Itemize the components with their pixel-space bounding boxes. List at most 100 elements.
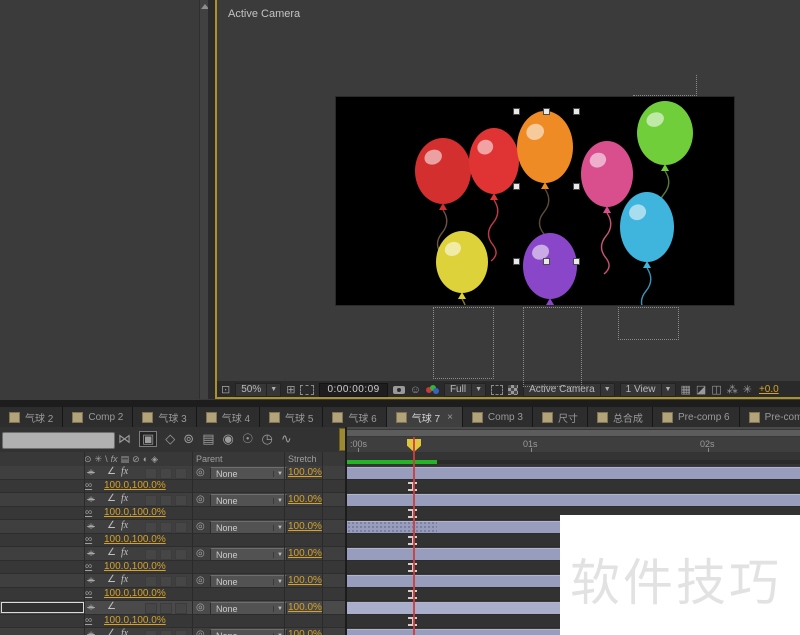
effects-toggle-icon[interactable]: fx xyxy=(121,547,128,558)
stretch-value[interactable]: 100.0% xyxy=(288,521,322,532)
comp-mini-flowchart-icon[interactable]: ⋈ xyxy=(118,432,131,446)
chevron-down-icon[interactable]: ▼ xyxy=(472,383,486,397)
quality-toggle-icon[interactable]: ∠ xyxy=(107,493,116,504)
layer-switch-box[interactable] xyxy=(145,576,157,587)
shy-toggle-icon[interactable]: ∗ xyxy=(84,575,98,586)
layer-switch-box[interactable] xyxy=(175,603,187,614)
layer-switch-box[interactable] xyxy=(175,522,187,533)
layer-name-editbox[interactable] xyxy=(1,602,84,613)
effects-toggle-icon[interactable]: fx xyxy=(121,466,128,477)
draft-3d-icon[interactable]: ◇ xyxy=(165,432,175,446)
parent-dropdown[interactable]: None▼ xyxy=(210,521,287,534)
motion-blur-icon[interactable]: ◉ xyxy=(223,432,234,446)
selection-handle[interactable] xyxy=(573,108,580,115)
layer-row-left[interactable]: ∗∠◎None▼100.0% xyxy=(0,601,345,615)
scale-value[interactable]: 100.0,100.0% xyxy=(104,534,166,545)
show-channel-icon[interactable] xyxy=(426,385,439,395)
brainstorm-icon[interactable]: ☉ xyxy=(242,432,254,446)
show-snapshot-icon[interactable]: ☺ xyxy=(410,385,421,395)
parent-dropdown[interactable]: None▼ xyxy=(210,467,287,480)
selection-handle[interactable] xyxy=(573,258,580,265)
stretch-value[interactable]: 100.0% xyxy=(288,548,322,559)
parent-dropdown[interactable]: None▼ xyxy=(210,575,287,588)
parent-pickwhip-icon[interactable]: ◎ xyxy=(196,494,205,505)
live-update-icon[interactable]: ▣ xyxy=(139,431,157,447)
comp-flowchart-button-icon[interactable]: ◪ xyxy=(696,385,706,395)
quality-toggle-icon[interactable]: ∠ xyxy=(107,547,116,558)
timeline-search-input[interactable] xyxy=(2,432,115,449)
layer-switch-box[interactable] xyxy=(175,549,187,560)
constrain-proportions-icon[interactable]: ∞ xyxy=(85,507,92,518)
adjustment-header-icon[interactable]: ◐ xyxy=(143,454,148,464)
parent-pickwhip-icon[interactable]: ◎ xyxy=(196,521,205,532)
shy-toggle-icon[interactable]: ∗ xyxy=(84,602,98,613)
timeline-button-icon[interactable]: ▦ xyxy=(681,385,691,395)
constrain-proportions-icon[interactable]: ∞ xyxy=(85,588,92,599)
work-area-bar[interactable] xyxy=(347,429,800,437)
quality-toggle-icon[interactable]: ∠ xyxy=(107,466,116,477)
tab-10[interactable]: 总合成 xyxy=(588,407,653,427)
layer-switch-box[interactable] xyxy=(145,603,157,614)
hide-shy-icon[interactable]: ⊚ xyxy=(183,432,194,446)
constrain-proportions-icon[interactable]: ∞ xyxy=(85,480,92,491)
layer-switch-box[interactable] xyxy=(175,495,187,506)
panel-divider[interactable] xyxy=(208,0,215,399)
shy-header-icon[interactable]: ⊙ xyxy=(84,454,92,465)
tab-9[interactable]: 尺寸 xyxy=(533,407,588,427)
scale-row-left[interactable]: ∞100.0,100.0% xyxy=(0,480,345,493)
effects-toggle-icon[interactable]: fx xyxy=(121,628,128,635)
panel-mini-icon[interactable]: ⊡ xyxy=(221,385,230,395)
parent-dropdown[interactable]: None▼ xyxy=(210,629,287,635)
auto-keyframe-icon[interactable]: ◷ xyxy=(262,432,273,446)
layer-switch-box[interactable] xyxy=(145,522,157,533)
scale-row-left[interactable]: ∞100.0,100.0% xyxy=(0,534,345,547)
close-icon[interactable]: × xyxy=(447,412,453,423)
tab-7[interactable]: 气球 7× xyxy=(387,407,463,427)
timeline-split-divider[interactable] xyxy=(345,427,347,635)
viewer-timecode[interactable]: 0:00:00:09 xyxy=(319,383,387,397)
stretch-column-header[interactable]: Stretch xyxy=(288,454,317,464)
selection-handle[interactable] xyxy=(543,108,550,115)
scale-row-left[interactable]: ∞ 100.0,100.0% xyxy=(0,561,345,574)
shy-toggle-icon[interactable]: ∗ xyxy=(84,467,98,478)
parent-column-header[interactable]: Parent xyxy=(196,454,223,464)
layer-row-left[interactable]: ∗∠fx◎None▼100.0% xyxy=(0,574,345,588)
composition-canvas[interactable] xyxy=(336,97,734,305)
motion-blur-header-icon[interactable]: ⊘ xyxy=(132,454,140,465)
effects-toggle-icon[interactable]: fx xyxy=(121,493,128,504)
layer-switch-box[interactable] xyxy=(175,576,187,587)
frame-blend-header-icon[interactable]: ▤ xyxy=(121,454,130,465)
stretch-value[interactable]: 100.0% xyxy=(288,575,322,586)
stretch-value[interactable]: 100.0% xyxy=(288,494,322,505)
shy-toggle-icon[interactable]: ∗ xyxy=(84,521,98,532)
quality-toggle-icon[interactable]: ∠ xyxy=(107,601,116,612)
chevron-down-icon[interactable]: ▼ xyxy=(267,383,281,397)
threed-header-icon[interactable]: ◈ xyxy=(151,454,158,465)
scale-value[interactable]: 100.0,100.0% xyxy=(104,561,166,572)
layer-switch-box[interactable] xyxy=(160,522,172,533)
quality-toggle-icon[interactable]: ∠ xyxy=(107,574,116,585)
layer-switch-box[interactable] xyxy=(160,576,172,587)
view-layout-dropdown[interactable]: 1 View ▼ xyxy=(620,383,676,397)
tab-3[interactable]: 气球 3 xyxy=(133,407,196,427)
parent-pickwhip-icon[interactable]: ◎ xyxy=(196,629,205,635)
mask-visibility-icon[interactable] xyxy=(300,385,314,395)
layer-switch-box[interactable] xyxy=(145,495,157,506)
flowchart-icon[interactable]: ⁂ xyxy=(727,385,738,395)
tab-2[interactable]: Comp 2 xyxy=(63,407,133,427)
tab-11[interactable]: Pre-comp 6 xyxy=(653,407,740,427)
selection-handle[interactable] xyxy=(513,183,520,190)
layer-row-left[interactable]: ∗∠fx◎None▼100.0% xyxy=(0,520,345,534)
transparency-grid-icon[interactable] xyxy=(508,385,518,395)
frame-blend-icon[interactable]: ▤ xyxy=(202,432,214,446)
layer-row-1[interactable]: ∗ ∠ fx ◎ None▼100.0% xyxy=(0,466,800,480)
stretch-value[interactable]: 100.0% xyxy=(288,602,322,613)
effects-toggle-icon[interactable]: fx xyxy=(121,520,128,531)
layer-switch-box[interactable] xyxy=(160,495,172,506)
stretch-value[interactable]: 100.0% xyxy=(288,467,322,478)
parent-pickwhip-icon[interactable]: ◎ xyxy=(196,467,205,478)
layer-switch-box[interactable] xyxy=(145,630,157,635)
constrain-proportions-icon[interactable]: ∞ xyxy=(85,561,92,572)
work-area-strip[interactable] xyxy=(347,427,800,437)
chevron-down-icon[interactable]: ▼ xyxy=(662,383,676,397)
